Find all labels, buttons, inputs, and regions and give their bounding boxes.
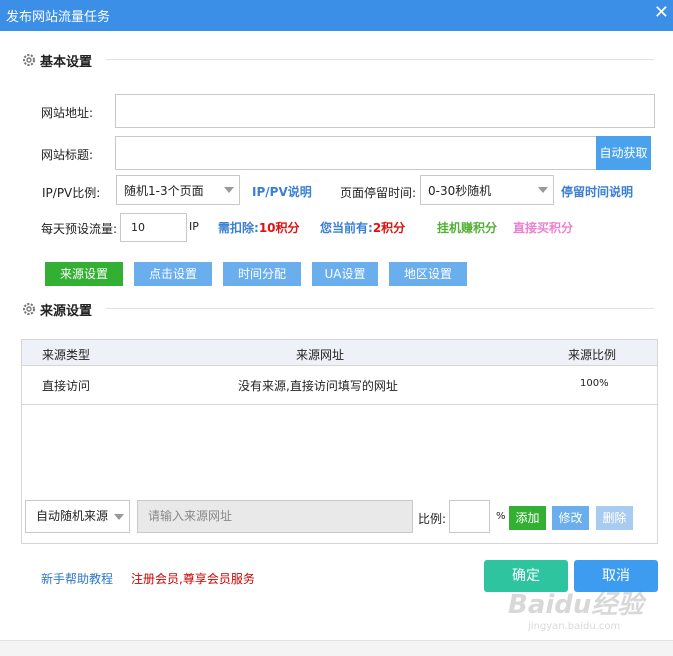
stay-time-select[interactable]: 0-30秒随机 (420, 175, 554, 205)
ippv-label: IP/PV比例: (42, 186, 101, 200)
gear-icon (23, 303, 35, 315)
title-bar: 发布网站流量任务 ✕ (0, 0, 673, 31)
close-icon[interactable]: ✕ (654, 2, 669, 23)
edit-button[interactable]: 修改 (552, 506, 589, 530)
earn-points-link[interactable]: 挂机赚积分 (437, 219, 497, 236)
tab-region[interactable]: 地区设置 (389, 262, 467, 286)
source-settings-header: 来源设置 (22, 299, 92, 319)
tab-source[interactable]: 来源设置 (45, 262, 123, 286)
bottom-strip (0, 640, 673, 656)
basic-settings-header: 基本设置 (22, 50, 92, 70)
current-points-info: 您当前有:2积分 (320, 219, 405, 236)
column-header-url: 来源网址 (296, 348, 345, 362)
site-url-label: 网站地址: (41, 106, 94, 120)
daily-traffic-input[interactable]: 10 (120, 213, 187, 242)
tab-click[interactable]: 点击设置 (134, 262, 212, 286)
baidu-watermark: Baidu经验 jingyan.baidu.com (508, 584, 648, 640)
source-type-selected: 自动随机来源 (36, 509, 109, 523)
deduct-label: 需扣除: (218, 221, 259, 235)
source-settings-label: 来源设置 (40, 303, 93, 319)
help-tutorial-link[interactable]: 新手帮助教程 (41, 570, 113, 587)
section-divider (106, 59, 654, 60)
ratio-label: 比例: (418, 512, 447, 526)
source-url-input[interactable]: 请输入来源网址 (137, 500, 413, 533)
deduct-info: 需扣除:10积分 (218, 219, 300, 236)
row-type: 直接访问 (42, 379, 91, 393)
current-points-label: 您当前有: (320, 221, 373, 235)
column-header-ratio: 来源比例 (568, 348, 617, 362)
tab-time[interactable]: 时间分配 (223, 262, 301, 286)
section-divider (106, 308, 654, 309)
table-header: 来源类型 来源网址 来源比例 (22, 340, 657, 366)
column-header-type: 来源类型 (42, 348, 91, 362)
chevron-down-icon (538, 187, 548, 193)
current-points-value: 2积分 (372, 221, 406, 235)
stay-time-selected: 0-30秒随机 (428, 183, 492, 198)
ratio-input[interactable] (449, 500, 490, 533)
site-title-label: 网站标题: (41, 148, 94, 162)
deduct-value: 10积分 (258, 221, 300, 235)
site-url-input[interactable] (115, 94, 655, 128)
percent-sign: % (496, 511, 506, 522)
stay-time-label: 页面停留时间: (340, 186, 417, 200)
chevron-down-icon (224, 187, 234, 193)
ippv-help-link[interactable]: IP/PV说明 (252, 183, 312, 200)
delete-button[interactable]: 删除 (596, 506, 633, 530)
auto-fetch-button[interactable]: 自动获取 (596, 136, 651, 170)
gear-icon (23, 54, 35, 66)
buy-points-link[interactable]: 直接买积分 (513, 219, 573, 236)
ippv-select[interactable]: 随机1-3个页面 (116, 175, 240, 205)
tab-ua[interactable]: UA设置 (312, 262, 378, 286)
row-url: 没有来源,直接访问填写的网址 (238, 379, 398, 393)
row-ratio: 100% (580, 378, 609, 389)
ippv-selected: 随机1-3个页面 (124, 183, 204, 198)
site-title-input[interactable] (115, 136, 597, 170)
chevron-down-icon (114, 514, 124, 520)
basic-settings-label: 基本设置 (40, 54, 93, 70)
daily-traffic-label: 每天预设流量: (41, 222, 118, 236)
add-button[interactable]: 添加 (509, 506, 546, 530)
source-type-select[interactable]: 自动随机来源 (25, 500, 130, 533)
window-title: 发布网站流量任务 (6, 10, 111, 25)
daily-traffic-unit: IP (189, 220, 199, 233)
table-row[interactable]: 直接访问 没有来源,直接访问填写的网址 100% (22, 367, 657, 405)
register-member-link[interactable]: 注册会员,尊享会员服务 (131, 570, 255, 587)
watermark-logo: Baidu经验 (508, 590, 644, 620)
stay-time-help-link[interactable]: 停留时间说明 (561, 183, 633, 200)
watermark-url: jingyan.baidu.com (528, 621, 621, 632)
